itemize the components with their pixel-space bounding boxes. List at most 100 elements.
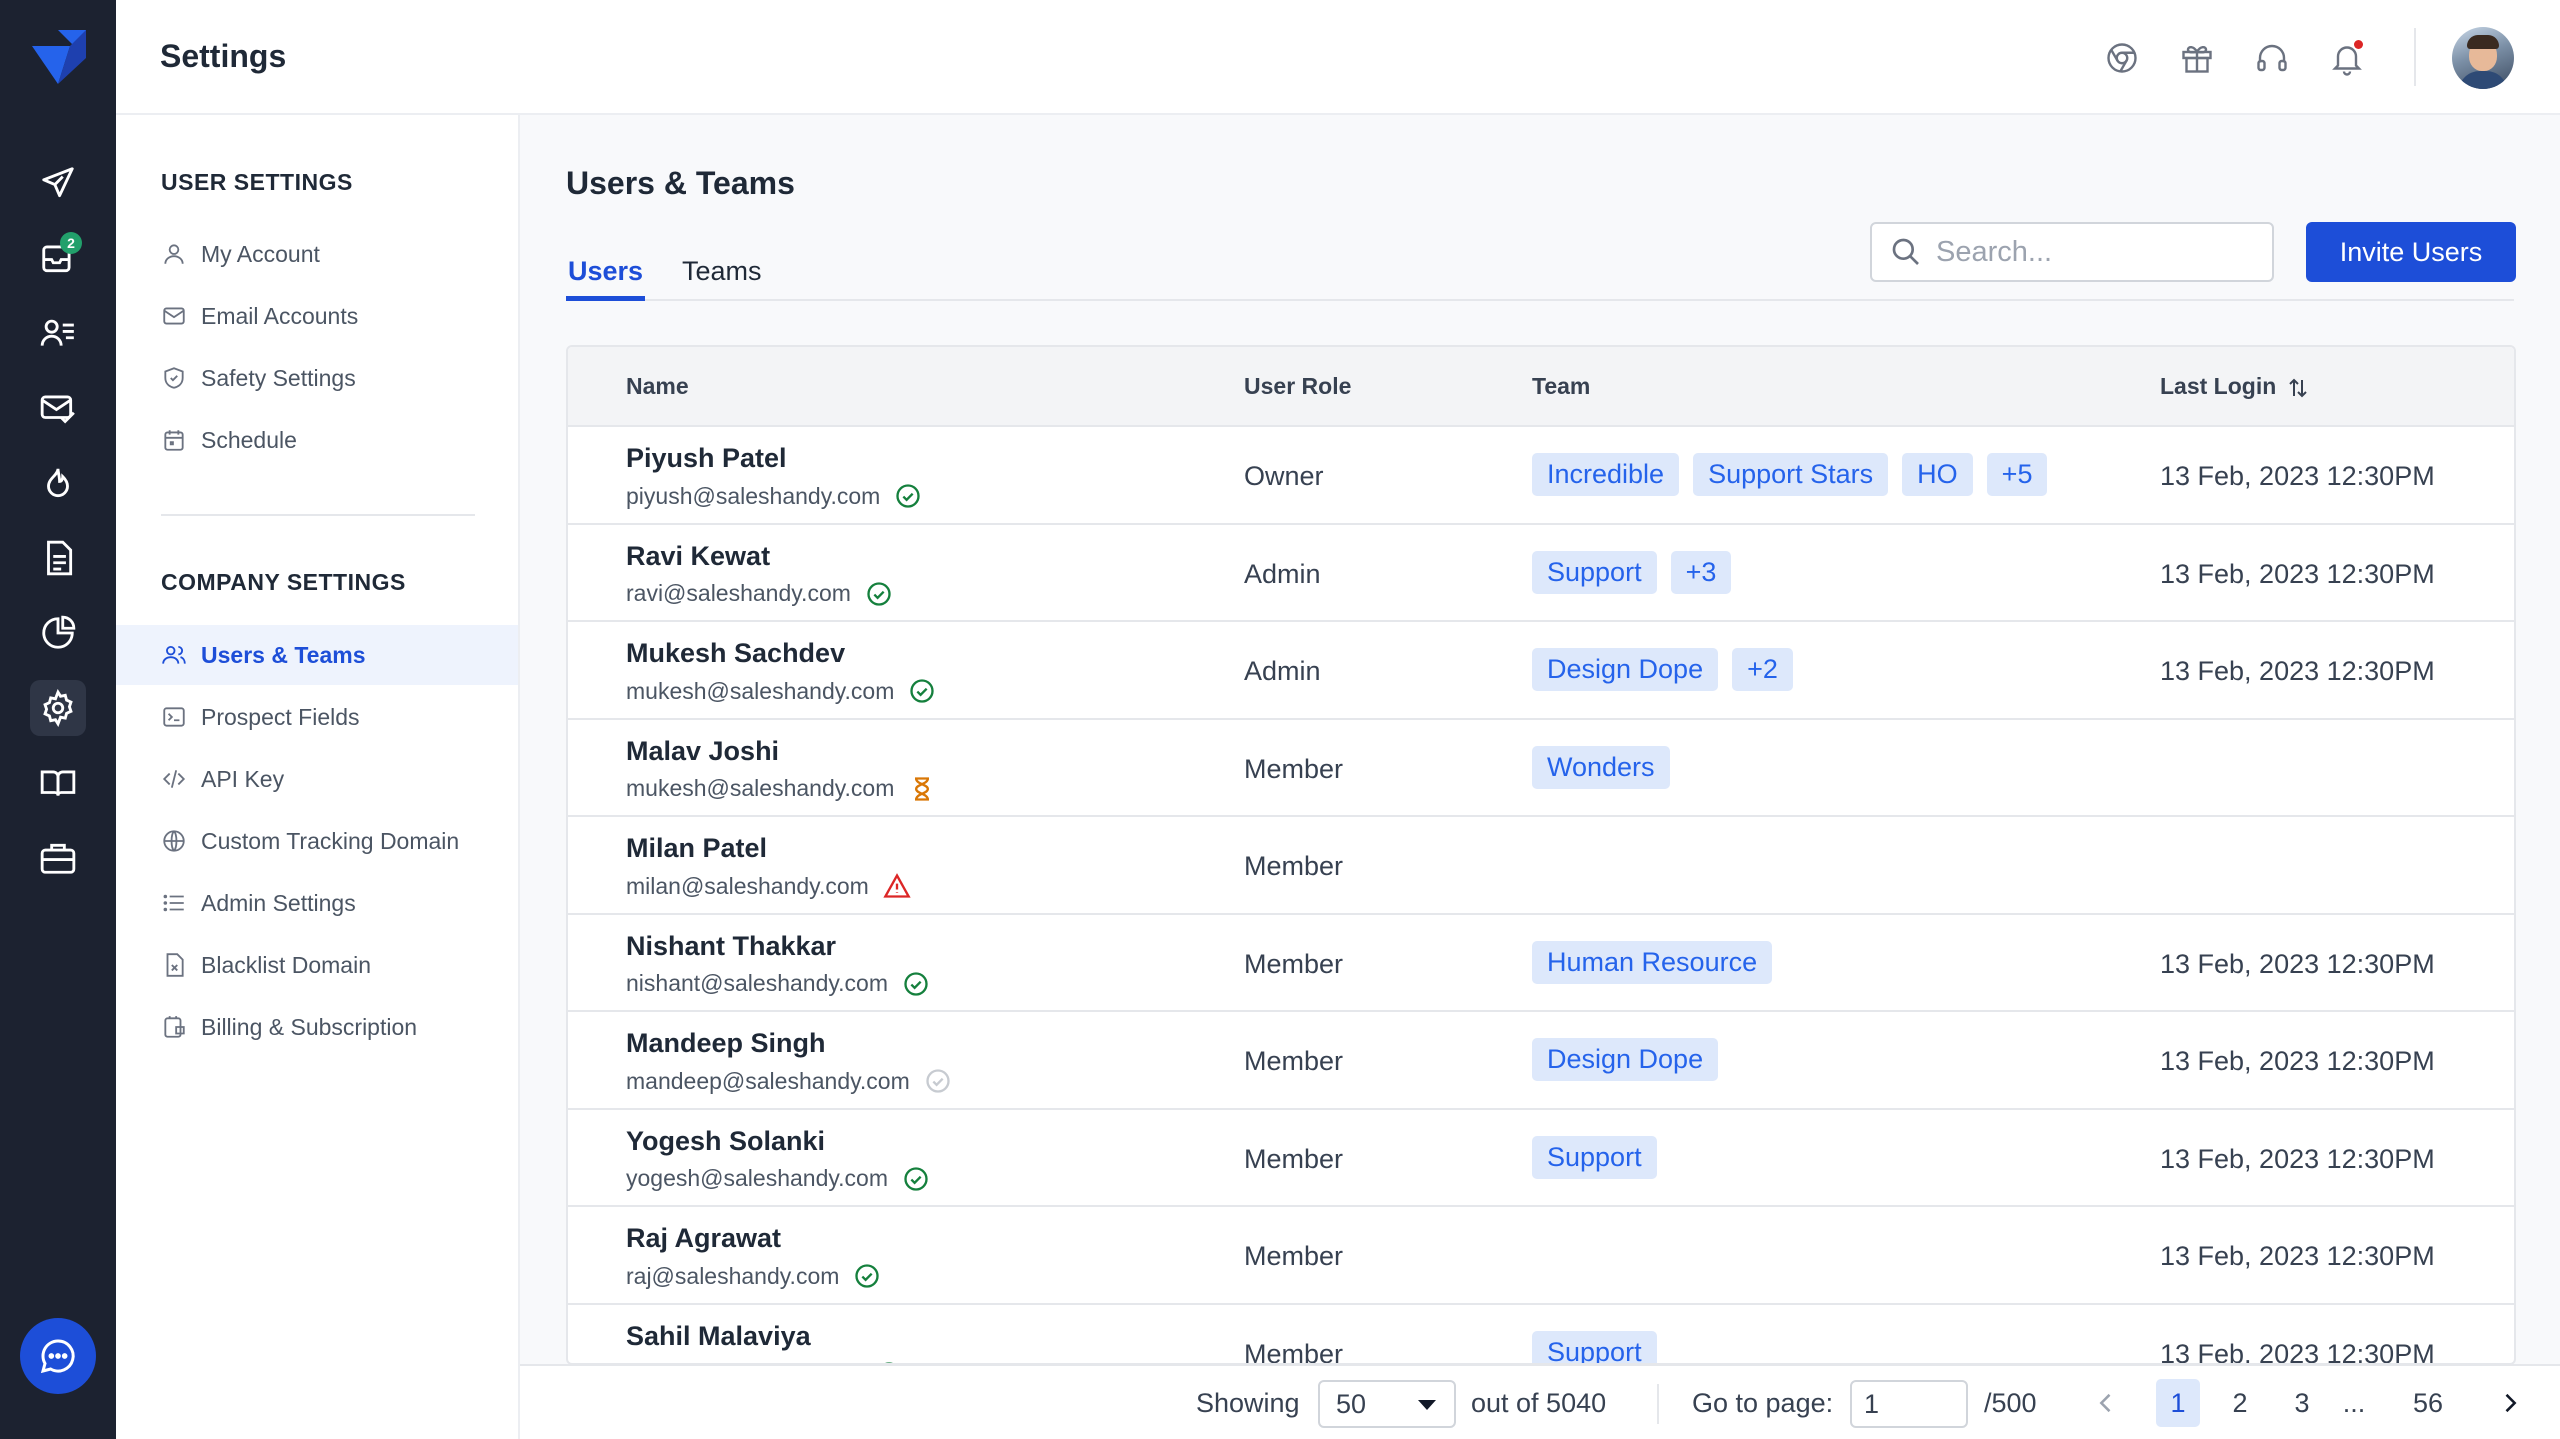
notification-dot [2354, 40, 2363, 49]
search-box[interactable] [1870, 222, 2274, 282]
user-email: milan@saleshandy.com [626, 872, 869, 899]
team-chip[interactable]: +3 [1670, 550, 1732, 594]
table-row[interactable]: Ravi Kewat ravi@saleshandy.com Admin Sup… [568, 525, 2514, 622]
page-button-2[interactable]: 2 [2218, 1379, 2262, 1427]
team-chip[interactable]: Support Stars [1693, 453, 1889, 496]
sidebar-item-users-teams[interactable]: Users & Teams [116, 625, 518, 685]
sidebar-item-blacklist-domain[interactable]: Blacklist Domain [116, 935, 518, 995]
sidebar-item-label: Custom Tracking Domain [201, 827, 460, 854]
main-content: Users & Teams Users Teams Invite Users N… [520, 115, 2560, 1439]
table-row[interactable]: Malav Joshi mukesh@saleshandy.com Member… [568, 720, 2514, 817]
team-chip[interactable]: +5 [1986, 453, 2048, 496]
rail-analytics-icon[interactable] [30, 605, 86, 661]
chat-support-button[interactable] [20, 1318, 96, 1394]
user-email-cell: mandeep@saleshandy.com [626, 1067, 952, 1095]
rail-settings-icon[interactable] [30, 680, 86, 736]
team-chip[interactable]: Support [1532, 1330, 1657, 1363]
mail-icon [163, 307, 185, 325]
page-button-3[interactable]: 3 [2280, 1379, 2324, 1427]
table-row[interactable]: Sahil Malaviya sahil@saleshandy.com Memb… [568, 1305, 2514, 1365]
last-login: 13 Feb, 2023 12:30PM [2160, 558, 2435, 589]
sidebar-item-billing-subscription[interactable]: Billing & Subscription [116, 997, 518, 1057]
tab-users[interactable]: Users [566, 245, 646, 301]
sidebar-item-prospect-fields[interactable]: Prospect Fields [116, 687, 518, 747]
inactive-check-icon [910, 1067, 952, 1095]
team-chip[interactable]: Wonders [1532, 745, 1670, 789]
warning-triangle-icon [869, 872, 911, 900]
sidebar-item-schedule[interactable]: Schedule [116, 410, 518, 470]
sidebar-item-email-accounts[interactable]: Email Accounts [116, 286, 518, 346]
user-role: Member [1244, 753, 1344, 784]
table-row[interactable]: Piyush Patel piyush@saleshandy.com Owner… [568, 427, 2514, 525]
rail-warmup-icon[interactable] [30, 455, 86, 511]
team-chip[interactable]: Design Dope [1532, 1038, 1719, 1081]
search-input[interactable] [1936, 235, 2256, 269]
sidebar-item-label: API Key [201, 765, 285, 792]
app-logo[interactable] [30, 28, 88, 86]
user-avatar[interactable] [2452, 27, 2514, 89]
rail-prospects-icon[interactable] [30, 305, 86, 361]
last-login: 13 Feb, 2023 12:30PM [2160, 1338, 2435, 1365]
notification-bell-icon[interactable] [2325, 36, 2369, 80]
page-button-1[interactable]: 1 [2156, 1379, 2200, 1427]
hourglass-icon [894, 775, 936, 803]
rail-email-check-icon[interactable] [30, 380, 86, 436]
gift-icon[interactable] [2175, 36, 2219, 80]
rail-templates-icon[interactable] [30, 530, 86, 586]
team-chip[interactable]: Support [1532, 1135, 1657, 1179]
prev-page-button[interactable] [2084, 1379, 2128, 1427]
team-chips: Design Dope [1532, 1038, 1719, 1081]
user-email-cell: mukesh@saleshandy.com [626, 677, 936, 705]
team-chip[interactable]: Incredible [1532, 453, 1680, 496]
table-row[interactable]: Mandeep Singh mandeep@saleshandy.com Mem… [568, 1012, 2514, 1110]
table-row[interactable]: Milan Patel milan@saleshandy.com Member [568, 817, 2514, 915]
page-button-56[interactable]: 56 [2402, 1379, 2454, 1427]
team-chip[interactable]: Human Resource [1532, 940, 1773, 984]
team-chip[interactable]: HO [1902, 453, 1973, 496]
billing-icon [164, 1016, 185, 1038]
last-login: 13 Feb, 2023 12:30PM [2160, 1046, 2435, 1076]
user-email: raj@saleshandy.com [626, 1262, 840, 1289]
chevron-right-icon [2505, 1393, 2517, 1413]
table-row[interactable]: Nishant Thakkar nishant@saleshandy.com M… [568, 915, 2514, 1012]
top-header: Settings [116, 0, 2560, 115]
column-header-team: Team [1532, 373, 1591, 399]
table-row[interactable]: Raj Agrawat raj@saleshandy.com Member 13… [568, 1207, 2514, 1305]
table-row[interactable]: Yogesh Solanki yogesh@saleshandy.com Mem… [568, 1110, 2514, 1207]
sidebar-item-label: Blacklist Domain [201, 951, 371, 978]
headset-icon[interactable] [2250, 36, 2294, 80]
column-header-last-login[interactable]: Last Login [2160, 373, 2310, 400]
goto-page-input[interactable] [1850, 1380, 1968, 1428]
showing-label: Showing [1196, 1388, 1300, 1418]
sidebar-item-api-key[interactable]: API Key [116, 749, 518, 809]
rail-campaigns-icon[interactable] [30, 155, 86, 211]
chrome-extension-icon[interactable] [2100, 36, 2144, 80]
table-row[interactable]: Mukesh Sachdev mukesh@saleshandy.com Adm… [568, 622, 2514, 720]
next-page-button[interactable] [2488, 1379, 2532, 1427]
user-role: Member [1244, 948, 1344, 979]
team-chip[interactable]: +2 [1732, 648, 1793, 691]
sidebar-item-label: Billing & Subscription [201, 1013, 418, 1040]
team-chips: Support [1532, 1135, 1657, 1179]
page-header-title: Settings [160, 38, 287, 74]
sidebar-item-my-account[interactable]: My Account [116, 224, 518, 284]
user-email: ravi@saleshandy.com [626, 580, 851, 606]
rail-briefcase-icon[interactable] [30, 830, 86, 886]
page-size-select[interactable]: 50 [1318, 1380, 1456, 1428]
verified-check-icon [880, 482, 922, 510]
invite-users-button[interactable]: Invite Users [2306, 222, 2516, 282]
tab-teams[interactable]: Teams [680, 245, 764, 301]
user-name: Raj Agrawat [626, 1223, 782, 1253]
user-email-cell: nishant@saleshandy.com [626, 970, 930, 998]
sidebar-item-admin-settings[interactable]: Admin Settings [116, 873, 518, 933]
sidebar-item-safety-settings[interactable]: Safety Settings [116, 348, 518, 408]
sort-icon[interactable] [2286, 376, 2310, 400]
team-chips: Wonders [1532, 745, 1670, 789]
rail-inbox-icon[interactable]: 2 [30, 230, 86, 286]
sidebar-item-custom-tracking-domain[interactable]: Custom Tracking Domain [116, 811, 518, 871]
team-chip[interactable]: Support [1532, 550, 1657, 594]
user-role: Member [1244, 1241, 1344, 1271]
team-chip[interactable]: Design Dope [1532, 648, 1719, 691]
user-email: yogesh@saleshandy.com [626, 1165, 889, 1191]
rail-book-icon[interactable] [30, 755, 86, 811]
